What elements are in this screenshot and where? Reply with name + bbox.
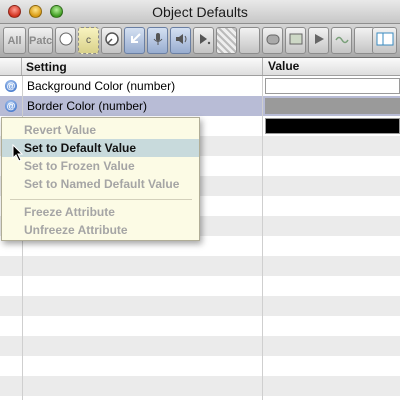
table-row[interactable]: @ Border Color (number) <box>0 96 400 116</box>
attribute-icon: @ <box>5 80 17 92</box>
context-menu: Revert Value Set to Default Value Set to… <box>1 117 200 241</box>
color-value-swatch[interactable] <box>265 78 400 94</box>
table-row <box>0 276 400 296</box>
comment-icon[interactable]: c <box>78 27 99 54</box>
setting-column-header[interactable]: Setting <box>26 60 67 74</box>
menu-item-revert-value[interactable]: Revert Value <box>2 121 199 139</box>
arrow-icon[interactable] <box>124 27 145 54</box>
menu-separator <box>10 199 192 200</box>
play-dot-icon[interactable] <box>193 27 214 54</box>
screen-icon[interactable] <box>285 27 306 54</box>
wave-icon[interactable] <box>331 27 352 54</box>
speaker-icon[interactable] <box>170 27 191 54</box>
separator-icon <box>239 27 260 54</box>
menu-item-unfreeze-attribute[interactable]: Unfreeze Attribute <box>2 221 199 239</box>
grid-icon[interactable] <box>372 27 397 54</box>
microphone-icon[interactable] <box>147 27 168 54</box>
table-row <box>0 296 400 316</box>
color-value-swatch[interactable] <box>265 98 400 114</box>
value-column-header[interactable]: Value <box>262 58 299 75</box>
attribute-icon: @ <box>5 100 17 112</box>
menu-item-set-to-named-default-value[interactable]: Set to Named Default Value <box>2 175 199 193</box>
tab-all[interactable]: All <box>3 27 26 54</box>
color-value-swatch[interactable] <box>265 118 400 134</box>
dial-icon[interactable] <box>101 27 122 54</box>
menu-item-set-to-frozen-value[interactable]: Set to Frozen Value <box>2 157 199 175</box>
table-row <box>0 356 400 376</box>
table-row[interactable]: @ Background Color (number) <box>0 76 400 96</box>
play-icon[interactable] <box>308 27 329 54</box>
toolbar: All Patc c <box>0 24 400 58</box>
tab-patch[interactable]: Patc <box>28 27 53 54</box>
window-title: Object Defaults <box>152 4 248 20</box>
column-divider <box>262 76 263 400</box>
table-header: Setting Value <box>0 58 400 76</box>
cylinder-icon[interactable] <box>262 27 283 54</box>
mouse-pointer-icon <box>12 144 24 162</box>
menu-item-freeze-attribute[interactable]: Freeze Attribute <box>2 203 199 221</box>
table-row <box>0 376 400 396</box>
table-row <box>0 316 400 336</box>
circle-icon[interactable] <box>55 27 76 54</box>
setting-label: Background Color (number) <box>27 79 176 93</box>
title-bar: Object Defaults <box>0 0 400 24</box>
setting-label: Border Color (number) <box>27 99 148 113</box>
striped-icon[interactable] <box>216 27 237 54</box>
menu-item-set-to-default-value[interactable]: Set to Default Value <box>2 139 199 157</box>
table-row <box>0 336 400 356</box>
table-row <box>0 256 400 276</box>
